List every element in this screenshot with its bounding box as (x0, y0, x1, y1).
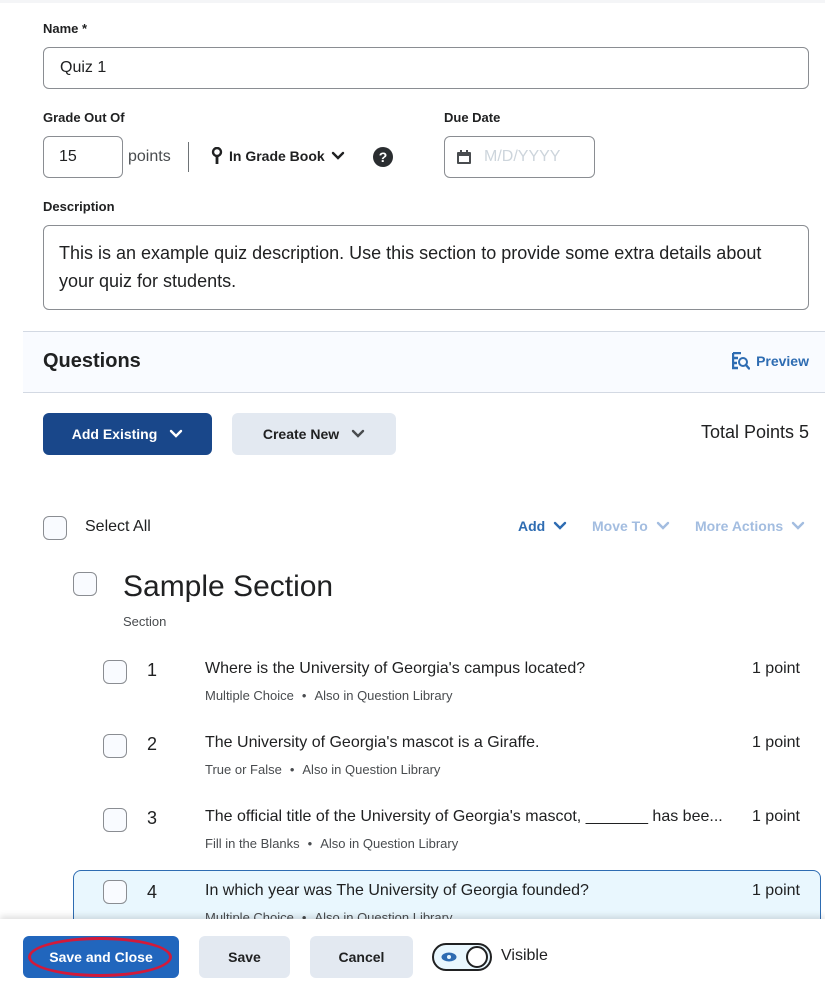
bullet-separator: • (301, 688, 307, 703)
question-points: 1 point (751, 808, 800, 825)
select-all-label: Select All (85, 518, 151, 535)
question-type: Fill in the Blanks (205, 836, 300, 851)
help-icon[interactable]: ? (373, 147, 393, 167)
question-number: 1 (147, 660, 158, 680)
question-type: True or False (205, 762, 282, 777)
question-points: 1 point (751, 734, 800, 751)
due-date-input[interactable]: M/D/YYYY (444, 136, 595, 178)
question-type: Multiple Choice (205, 688, 294, 703)
preview-icon (732, 352, 751, 370)
more-actions-label: More Actions (695, 518, 784, 534)
question-meta: Multiple Choice • Also in Question Libra… (205, 688, 452, 703)
add-menu-label: Add (518, 518, 546, 534)
section-checkbox[interactable] (73, 572, 97, 596)
divider (188, 142, 189, 172)
save-label: Save (228, 949, 261, 965)
question-row[interactable]: 3 The official title of the University o… (73, 800, 821, 874)
question-text[interactable]: The official title of the University of … (205, 808, 723, 826)
save-and-close-label: Save and Close (49, 949, 153, 965)
question-checkbox[interactable] (103, 808, 127, 832)
save-and-close-button[interactable]: Save and Close (23, 936, 179, 978)
bullet-separator: • (289, 762, 295, 777)
grade-input[interactable]: 15 (43, 136, 123, 178)
question-number: 3 (147, 808, 158, 828)
gradebook-dropdown[interactable]: In Grade Book (211, 147, 345, 165)
question-library: Also in Question Library (302, 762, 441, 777)
preview-label: Preview (756, 353, 809, 369)
name-label: Name * (43, 21, 88, 36)
question-text[interactable]: In which year was The University of Geor… (205, 882, 589, 900)
cancel-button[interactable]: Cancel (310, 936, 413, 978)
select-all-checkbox[interactable] (43, 516, 67, 540)
footer-bar: Save and Close Save Cancel Visible (0, 919, 825, 989)
create-new-button[interactable]: Create New (232, 413, 396, 455)
questions-header: Questions Preview (23, 331, 825, 393)
section-title: Sample Section (123, 570, 334, 603)
name-input[interactable]: Quiz 1 (43, 47, 809, 89)
description-input[interactable]: This is an example quiz description. Use… (43, 225, 809, 310)
toggle-knob (466, 946, 488, 968)
visibility-toggle[interactable] (432, 943, 492, 971)
questions-title: Questions (43, 350, 141, 372)
top-divider (0, 0, 825, 3)
description-value: This is an example quiz description. Use… (59, 243, 762, 291)
description-label: Description (43, 199, 115, 214)
question-text[interactable]: Where is the University of Georgia's cam… (205, 660, 585, 678)
due-date-label: Due Date (444, 110, 501, 125)
add-existing-label: Add Existing (71, 426, 158, 442)
question-number: 2 (147, 734, 158, 754)
question-meta: True or False • Also in Question Library (205, 762, 440, 777)
chevron-down-icon (554, 521, 567, 530)
question-points: 1 point (751, 660, 800, 677)
add-existing-button[interactable]: Add Existing (43, 413, 212, 455)
visible-label: Visible (501, 947, 548, 964)
section-subtitle: Section (123, 614, 167, 629)
pin-icon (211, 147, 223, 164)
move-to-menu[interactable]: Move To (592, 518, 670, 534)
grade-label: Grade Out Of (43, 110, 125, 125)
bullet-separator: • (307, 836, 313, 851)
total-points: Total Points 5 (700, 422, 809, 442)
due-date-placeholder: M/D/YYYY (484, 148, 561, 165)
calendar-icon (457, 150, 471, 164)
question-row[interactable]: 1 Where is the University of Georgia's c… (73, 652, 821, 726)
question-points: 1 point (751, 882, 800, 899)
gradebook-label: In Grade Book (229, 148, 325, 164)
points-label: points (128, 148, 171, 165)
chevron-down-icon (331, 151, 344, 160)
chevron-down-icon (656, 521, 669, 530)
question-row[interactable]: 2 The University of Georgia's mascot is … (73, 726, 821, 800)
question-number: 4 (147, 882, 158, 902)
question-text[interactable]: The University of Georgia's mascot is a … (205, 734, 539, 752)
name-input-value: Quiz 1 (60, 59, 107, 76)
chevron-down-icon (351, 429, 365, 438)
question-library: Also in Question Library (314, 688, 453, 703)
move-to-label: Move To (592, 518, 648, 534)
question-library: Also in Question Library (320, 836, 459, 851)
eye-icon (441, 952, 457, 962)
cancel-label: Cancel (338, 949, 385, 965)
chevron-down-icon (170, 429, 183, 438)
preview-link[interactable]: Preview (732, 352, 809, 370)
chevron-down-icon (791, 521, 805, 530)
add-menu[interactable]: Add (518, 518, 567, 534)
create-new-label: Create New (262, 426, 340, 442)
save-button[interactable]: Save (199, 936, 290, 978)
more-actions-menu[interactable]: More Actions (695, 518, 805, 534)
question-meta: Fill in the Blanks • Also in Question Li… (205, 836, 458, 851)
question-checkbox[interactable] (103, 880, 127, 904)
question-checkbox[interactable] (103, 734, 127, 758)
question-checkbox[interactable] (103, 660, 127, 684)
grade-input-value: 15 (59, 148, 77, 165)
